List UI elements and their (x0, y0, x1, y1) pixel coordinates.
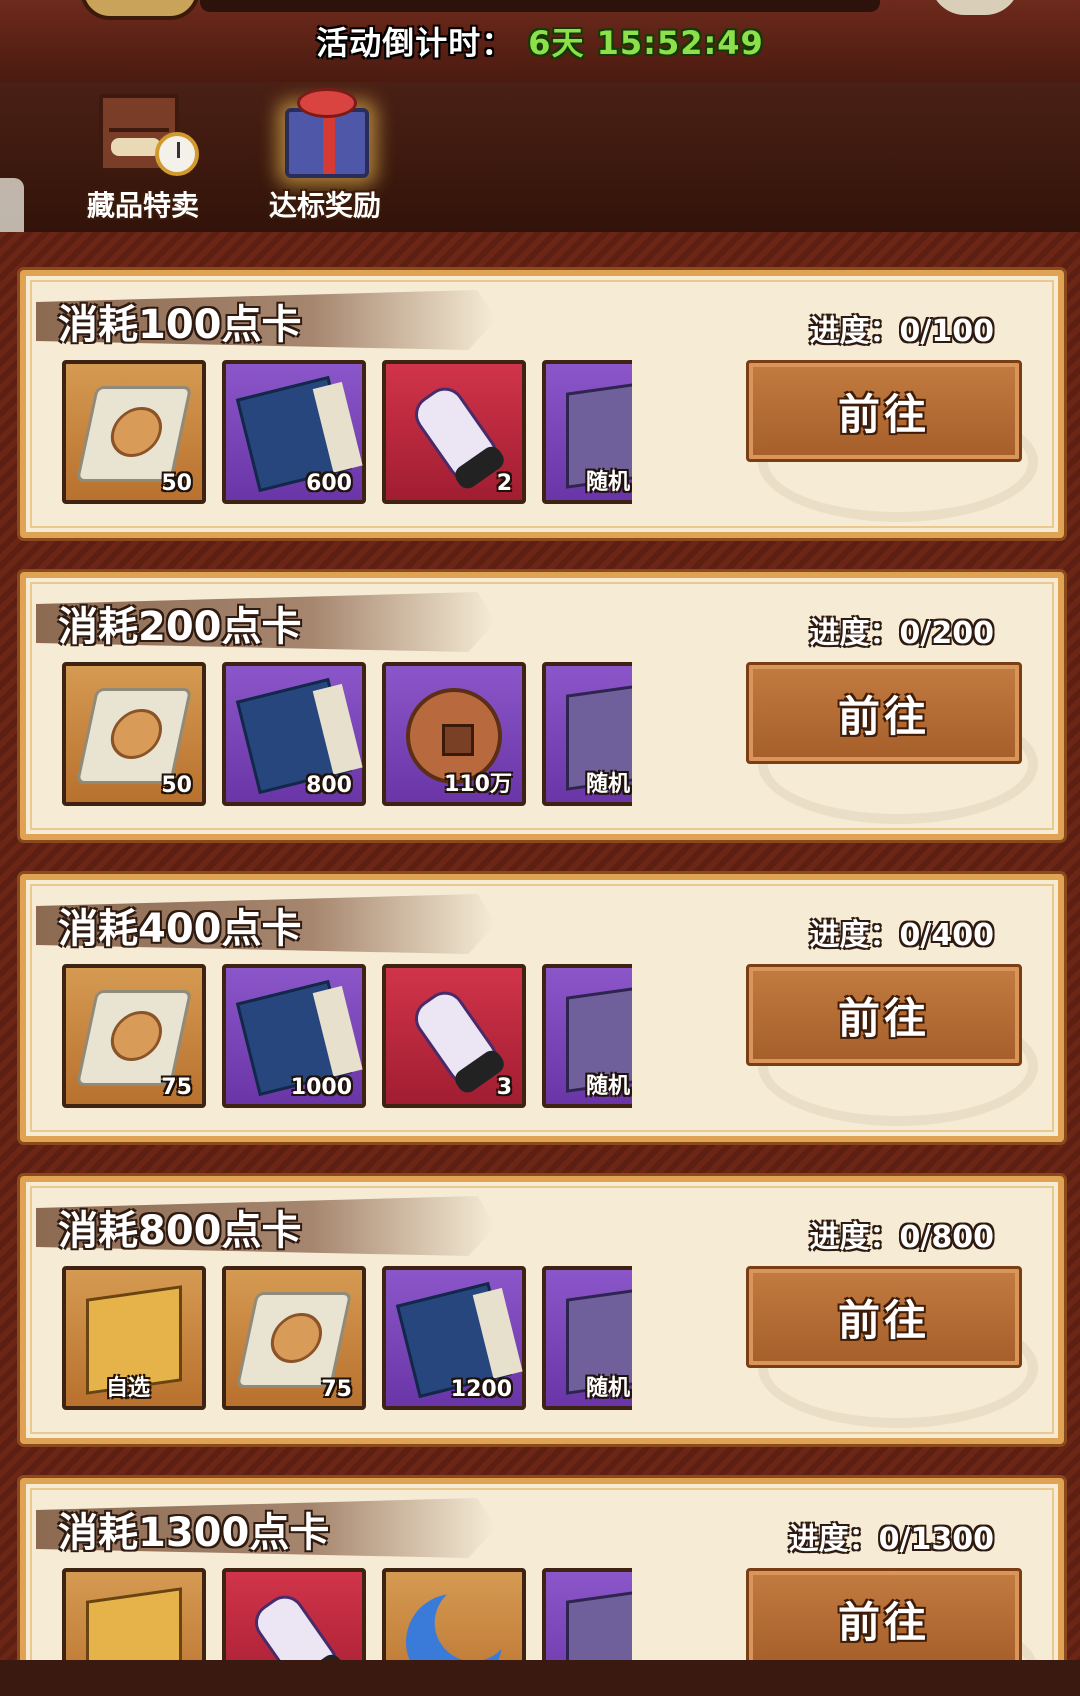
reward-items: 50 800 110万 随机 (62, 662, 632, 808)
reward-items: 50 600 2 随机 (62, 360, 632, 506)
card-title: 消耗200点卡 (58, 604, 302, 650)
top-bar: 活动倒计时： 6天 15:52:49 (0, 0, 1080, 82)
go-button[interactable]: 前往 (746, 964, 1022, 1066)
reward-item[interactable]: 1000 (222, 964, 366, 1108)
cabinet-clock-icon (93, 88, 199, 183)
tab-reach-reward[interactable]: 达标奖励 (250, 82, 400, 232)
reward-item[interactable]: 1200 (382, 1266, 526, 1410)
countdown-label: 活动倒计时： (316, 24, 515, 62)
reward-item[interactable]: 50 (62, 360, 206, 504)
reward-card: 消耗400点卡 进度：0/400 75 1000 3 随机 前往 (20, 874, 1064, 1142)
dango-plate-icon (235, 1292, 353, 1388)
item-quantity: 自选 (106, 1376, 151, 1401)
reward-item[interactable]: 600 (222, 360, 366, 504)
reward-item[interactable]: 随机 (542, 360, 632, 504)
reward-card: 消耗800点卡 进度：0/800 自选 75 1200 随机 前往 (20, 1176, 1064, 1444)
reward-item[interactable]: 3 (382, 964, 526, 1108)
reward-items: 75 1000 3 随机 (62, 964, 632, 1110)
item-quantity: 600 (306, 471, 352, 496)
tab-label: 藏品特卖 (86, 189, 199, 222)
reward-card: 消耗200点卡 进度：0/200 50 800 110万 随机 前往 (20, 572, 1064, 840)
reward-card: 消耗100点卡 进度：0/100 50 600 2 随机 前往 (20, 270, 1064, 538)
card-title: 消耗800点卡 (58, 1208, 302, 1254)
reward-item[interactable]: 2 (382, 360, 526, 504)
dango-plate-icon (75, 990, 193, 1086)
bottom-shade (0, 1660, 1080, 1696)
go-button[interactable]: 前往 (746, 360, 1022, 462)
go-button[interactable]: 前往 (746, 1568, 1022, 1670)
card-title: 消耗100点卡 (58, 302, 302, 348)
dango-plate-icon (75, 386, 193, 482)
card-progress: 进度：0/1300 (788, 1522, 994, 1557)
tabs-area: 藏品特卖 达标奖励 (0, 82, 1080, 232)
top-strip (200, 0, 880, 12)
item-quantity: 随机 (586, 1376, 631, 1401)
card-title: 消耗400点卡 (58, 906, 302, 952)
gift-box-icon (275, 88, 375, 183)
item-quantity: 3 (496, 1075, 512, 1100)
reward-item[interactable]: 随机 (542, 964, 632, 1108)
countdown-value: 6天 15:52:49 (528, 24, 764, 62)
reward-item[interactable]: 随机 (542, 662, 632, 806)
item-quantity: 110万 (444, 772, 512, 797)
go-button[interactable]: 前往 (746, 662, 1022, 764)
reward-item[interactable]: 随机 (542, 1266, 632, 1410)
top-frame-ornament (80, 0, 200, 20)
reward-item[interactable]: 800 (222, 662, 366, 806)
card-progress: 进度：0/100 (809, 314, 994, 349)
card-title: 消耗1300点卡 (58, 1510, 330, 1556)
tab-label: 达标奖励 (268, 189, 381, 222)
scroll-icon (407, 983, 505, 1093)
item-quantity: 75 (161, 1075, 192, 1100)
item-quantity: 1200 (450, 1377, 512, 1402)
reward-items: 自选 75 1200 随机 (62, 1266, 632, 1412)
scroll-icon (407, 379, 505, 489)
item-quantity: 随机 (586, 1074, 631, 1099)
item-quantity: 1000 (290, 1075, 352, 1100)
tab-collection-sale[interactable]: 藏品特卖 (68, 82, 218, 232)
reward-item[interactable]: 自选 (62, 1266, 206, 1410)
dango-plate-icon (75, 688, 193, 784)
go-button[interactable]: 前往 (746, 1266, 1022, 1368)
top-frame-ornament-right (930, 0, 1020, 15)
countdown: 活动倒计时： 6天 15:52:49 (0, 18, 1080, 64)
reward-item[interactable]: 50 (62, 662, 206, 806)
item-quantity: 随机 (586, 470, 631, 495)
card-progress: 进度：0/400 (809, 918, 994, 953)
item-quantity: 75 (321, 1377, 352, 1402)
reward-item[interactable]: 110万 (382, 662, 526, 806)
reward-item[interactable]: 75 (62, 964, 206, 1108)
item-quantity: 50 (161, 773, 192, 798)
reward-item[interactable]: 75 (222, 1266, 366, 1410)
card-progress: 进度：0/200 (809, 616, 994, 651)
item-quantity: 800 (306, 773, 352, 798)
item-quantity: 50 (161, 471, 192, 496)
card-progress: 进度：0/800 (809, 1220, 994, 1255)
item-quantity: 随机 (586, 772, 631, 797)
item-quantity: 2 (496, 471, 512, 496)
